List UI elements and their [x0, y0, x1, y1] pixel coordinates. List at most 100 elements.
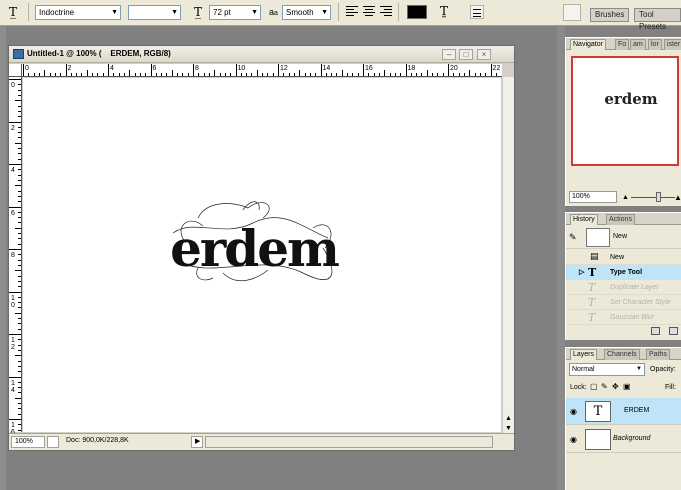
ruler-minor-tick [60, 73, 62, 76]
ruler-minor-tick [495, 73, 497, 76]
vertical-ruler[interactable]: 0246810121416 [9, 77, 22, 436]
horizontal-ruler[interactable]: 0 2 4 6 8 10 12 14 16 18 20 22 [22, 64, 502, 77]
ruler-major-tick [278, 64, 279, 76]
horizontal-scrollbar[interactable] [205, 436, 493, 448]
tab-history[interactable]: History [570, 214, 598, 225]
ruler-minor-tick [81, 73, 83, 76]
ruler-label: 8 [195, 65, 199, 72]
ruler-minor-tick [304, 73, 306, 76]
lock-transparent-icon[interactable]: ▢ [590, 382, 598, 391]
eye-icon[interactable]: ◉ [570, 407, 577, 416]
ruler-minor-tick [18, 349, 21, 351]
document-title-bar[interactable]: Untitled-1 @ 100% ( ERDEM, RGB/8) – □ × [9, 46, 514, 63]
align-left-icon[interactable] [346, 6, 358, 18]
close-button[interactable]: × [477, 49, 491, 60]
ruler-minor-tick [469, 70, 471, 76]
warp-text-icon[interactable]: T̰ [440, 4, 448, 18]
ruler-minor-tick [18, 243, 21, 245]
palettes-toggle-icon[interactable] [470, 5, 484, 19]
font-size-select[interactable]: 72 pt ▼ [209, 5, 261, 20]
ruler-minor-tick [384, 70, 386, 76]
zoom-slider[interactable] [631, 197, 675, 198]
scroll-up-icon[interactable]: ▲ [505, 415, 512, 422]
tab-info[interactable]: Fo [615, 39, 630, 50]
blend-mode-select[interactable]: Normal ▼ [569, 363, 645, 376]
ruler-minor-tick [208, 73, 210, 76]
file-browser-icon[interactable] [563, 4, 581, 21]
canvas[interactable]: erdem [23, 78, 501, 432]
brushes-tab[interactable]: Brushes [590, 8, 630, 22]
maximize-button[interactable]: □ [459, 49, 473, 60]
tab-channels[interactable]: Channels [604, 349, 640, 360]
navigator-preview[interactable]: erdem [571, 56, 679, 166]
layer-row-background[interactable]: ◉ Background [566, 426, 681, 453]
align-right-icon[interactable] [380, 6, 392, 18]
font-family-select[interactable]: Indoctrine ▼ [35, 5, 121, 20]
ruler-origin[interactable] [9, 64, 22, 77]
zoom-out-icon[interactable]: ▲ [622, 194, 629, 201]
history-snapshot[interactable]: ✎ New [566, 227, 681, 249]
font-style-select[interactable]: ▼ [128, 5, 181, 20]
tab-actions[interactable]: Actions [606, 214, 635, 225]
tab-histogram[interactable]: am [630, 39, 646, 50]
ruler-minor-tick [18, 105, 21, 107]
palette-gutter [557, 26, 565, 490]
align-center-icon[interactable] [363, 6, 375, 18]
tab-paths[interactable]: Paths [646, 349, 670, 360]
ruler-label: 18 [407, 65, 416, 72]
ruler-minor-tick [267, 73, 269, 76]
ruler-major-tick [150, 64, 152, 76]
ruler-label: 14 [322, 65, 331, 72]
history-item-type-tool[interactable]: ▷ T Type Tool [566, 265, 681, 280]
new-document-icon[interactable] [669, 327, 678, 335]
ruler-minor-tick [315, 73, 317, 76]
new-snapshot-icon[interactable] [651, 327, 660, 335]
type-tool-icon[interactable]: T̲ [9, 5, 17, 19]
ruler-minor-tick [15, 312, 21, 314]
ruler-minor-tick [18, 84, 21, 86]
tool-presets-tab[interactable]: Tool Presets [634, 8, 681, 31]
tab-layers[interactable]: Layers [570, 349, 598, 360]
tab-navigator[interactable]: Navigator [570, 39, 606, 50]
minimize-button[interactable]: – [442, 49, 456, 60]
ruler-minor-tick [18, 148, 21, 150]
ruler-label: 0 [11, 82, 15, 89]
tab-color[interactable]: lor [648, 39, 662, 50]
vertical-scrollbar[interactable]: ▼ ▲ [502, 77, 514, 434]
history-item-set-character-style[interactable]: T Set Character Style [566, 295, 681, 310]
status-menu-icon[interactable] [47, 436, 59, 448]
ruler-minor-tick [357, 73, 359, 76]
ruler-label: 10 [237, 65, 246, 72]
status-bar: 100% Doc: 900,0K/228,8K ▶ [9, 433, 514, 450]
zoom-in-icon[interactable]: ▲ [674, 193, 681, 202]
lock-position-icon[interactable]: ✥ [612, 382, 619, 391]
zoom-field[interactable]: 100% [11, 436, 45, 448]
anti-alias-select[interactable]: Smooth ▼ [282, 5, 331, 20]
eye-icon[interactable]: ◉ [570, 435, 577, 444]
ruler-major-tick [9, 79, 21, 80]
lock-image-icon[interactable]: ✎ [601, 382, 608, 391]
ruler-minor-tick [463, 73, 465, 76]
zoom-slider-handle[interactable] [656, 192, 661, 202]
ruler-minor-tick [336, 73, 338, 76]
ruler-minor-tick [18, 323, 21, 325]
status-arrow-icon[interactable]: ▶ [191, 436, 203, 448]
lock-all-icon[interactable]: ▣ [623, 382, 631, 391]
ruler-minor-tick [118, 73, 120, 76]
ruler-minor-tick [458, 73, 460, 76]
ruler-minor-tick [18, 238, 21, 240]
text-color-swatch[interactable] [407, 5, 427, 19]
toolbox-edge [0, 26, 6, 490]
layer-row-erdem[interactable]: ◉ T ERDEM [566, 398, 681, 425]
tab-swatches[interactable]: ister [664, 39, 681, 50]
history-item-gaussian-blur[interactable]: T Gaussian Blur [566, 310, 681, 325]
ruler-minor-tick [18, 264, 21, 266]
chevron-down-icon: ▼ [251, 9, 258, 16]
scroll-down-icon[interactable]: ▼ [505, 425, 512, 432]
navigator-zoom-field[interactable]: 100% [569, 191, 617, 203]
ruler-minor-tick [18, 190, 21, 192]
history-item-duplicate-layer[interactable]: T Duplicate Layer [566, 280, 681, 295]
history-item-new[interactable]: ▤ New [566, 250, 681, 265]
ruler-minor-tick [18, 137, 21, 139]
type-icon: T [588, 311, 596, 324]
